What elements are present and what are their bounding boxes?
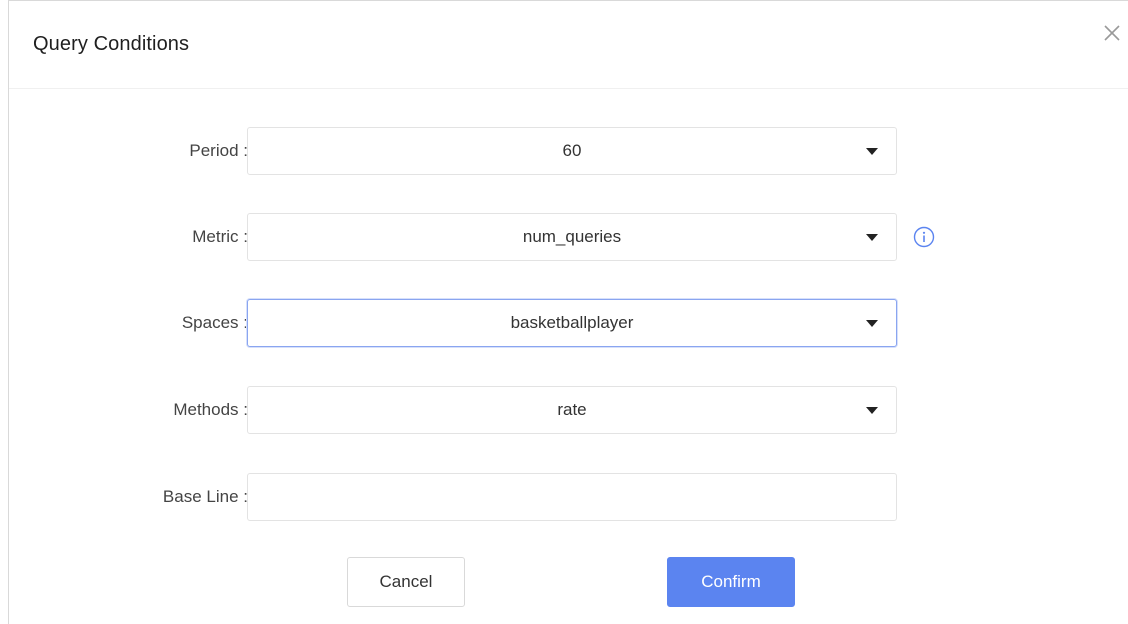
caret-down-icon xyxy=(866,320,878,327)
methods-label: Methods : xyxy=(173,400,248,419)
confirm-button[interactable]: Confirm xyxy=(667,557,795,607)
baseline-label: Base Line : xyxy=(162,487,248,506)
caret-down-icon xyxy=(866,234,878,241)
dialog-title: Query Conditions xyxy=(33,33,190,55)
query-conditions-dialog: Query Conditions Period : 60 Metric : nu… xyxy=(8,0,1128,624)
baseline-input[interactable] xyxy=(247,473,897,521)
period-select-value: 60 xyxy=(562,141,582,160)
info-icon[interactable] xyxy=(913,226,935,248)
spaces-label: Spaces : xyxy=(181,313,248,332)
methods-select[interactable]: rate xyxy=(247,386,897,434)
cancel-button[interactable]: Cancel xyxy=(347,557,465,607)
period-row: Period : 60 xyxy=(9,127,1128,175)
period-select[interactable]: 60 xyxy=(247,127,897,175)
metric-row: Metric : num_queries xyxy=(9,213,1128,261)
spaces-select[interactable]: basketballplayer xyxy=(247,299,897,347)
metric-select-value: num_queries xyxy=(522,227,622,246)
close-icon[interactable] xyxy=(1100,21,1124,45)
caret-down-icon xyxy=(866,148,878,155)
methods-row: Methods : rate xyxy=(9,386,1128,434)
spaces-select-value: basketballplayer xyxy=(510,313,634,332)
spaces-row: Spaces : basketballplayer xyxy=(9,299,1128,347)
methods-select-value: rate xyxy=(557,400,587,419)
caret-down-icon xyxy=(866,407,878,414)
metric-select[interactable]: num_queries xyxy=(247,213,897,261)
period-label: Period : xyxy=(189,141,248,160)
metric-label: Metric : xyxy=(192,227,248,246)
dialog-header: Query Conditions xyxy=(9,1,1128,89)
baseline-row: Base Line : xyxy=(9,473,1128,521)
